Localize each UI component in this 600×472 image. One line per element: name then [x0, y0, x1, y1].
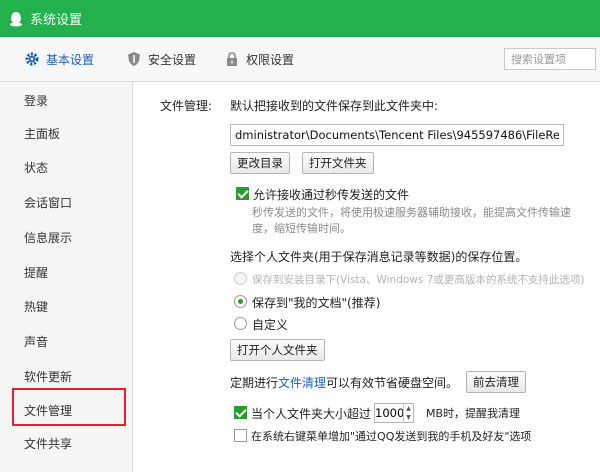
default-save-label: 默认把接收到的文件保存到此文件夹中: — [230, 99, 439, 113]
radio-custom-label: 自定义 — [252, 318, 289, 332]
gear-icon — [25, 52, 39, 66]
file-cleanup-link[interactable]: 文件清理 — [278, 376, 326, 390]
size-alert-prefix: 当个人文件夹大小超过 — [251, 407, 372, 421]
goto-cleanup-button[interactable]: 前去清理 — [466, 371, 526, 393]
sidebar-item-file-sharing[interactable]: 文件共享 — [24, 435, 72, 452]
tab-label: 安全设置 — [148, 52, 197, 67]
open-folder-button[interactable]: 打开文件夹 — [302, 152, 374, 174]
sidebar-item-sound[interactable]: 声音 — [24, 333, 48, 350]
context-menu-checkbox[interactable] — [234, 429, 247, 442]
seconds-transfer-description-1: 秒传发送的文件，将使用极速服务器辅助接收，能提高文件传输速 — [252, 206, 571, 219]
personal-folder-label: 选择个人文件夹(用于保存消息记录等数据)的保存位置。 — [230, 250, 528, 264]
sidebar-item-chat-window[interactable]: 会话窗口 — [24, 194, 72, 211]
tab-label: 基本设置 — [46, 52, 95, 67]
stepper-up-icon[interactable]: ▲ — [404, 404, 413, 413]
file-management-panel: 文件管理: 默认把接收到的文件保存到此文件夹中: 更改目录 打开文件夹 允许接收… — [134, 82, 600, 472]
sidebar-item-main-panel[interactable]: 主面板 — [24, 125, 60, 142]
radio-install-directory-label: 保存到安装目录下(Vista、Windows 7或更高版本的系统不支持此选项) — [252, 274, 585, 286]
tab-security-settings[interactable]: 安全设置 — [114, 37, 208, 82]
sidebar-item-software-update[interactable]: 软件更新 — [24, 368, 72, 385]
context-menu-label: 在系统右键菜单增加"通过QQ发送到我的手机及好友"选项 — [251, 430, 532, 443]
qq-penguin-icon — [10, 11, 22, 26]
title-bar: 系统设置 — [0, 0, 600, 37]
radio-install-directory[interactable] — [234, 272, 247, 285]
sidebar-item-status[interactable]: 状态 — [24, 159, 48, 176]
size-limit-stepper[interactable]: ▲ ▼ — [374, 403, 414, 423]
section-label: 文件管理: — [160, 99, 213, 113]
sidebar-item-reminder[interactable]: 提醒 — [24, 264, 48, 281]
sidebar-item-info-display[interactable]: 信息展示 — [24, 229, 72, 246]
radio-my-documents[interactable] — [234, 295, 247, 308]
tab-basic-settings[interactable]: 基本设置 — [12, 37, 106, 82]
shield-icon — [128, 52, 141, 66]
cleanup-prefix: 定期进行 — [230, 376, 279, 390]
radio-my-documents-label: 保存到"我的文档"(推荐) — [252, 296, 381, 310]
window-title: 系统设置 — [30, 13, 83, 28]
settings-search-input[interactable] — [504, 48, 596, 70]
allow-seconds-transfer-checkbox[interactable] — [236, 187, 249, 200]
seconds-transfer-description-2: 度，缩短传输时间。 — [252, 222, 351, 235]
cleanup-hint: 定期进行文件清理可以有效节省硬盘空间。 — [230, 374, 458, 391]
lock-icon — [227, 52, 238, 66]
selected-item-highlight — [12, 388, 126, 426]
size-limit-input[interactable] — [375, 404, 403, 422]
open-personal-folder-button[interactable]: 打开个人文件夹 — [230, 339, 325, 361]
allow-seconds-transfer-label: 允许接收通过秒传发送的文件 — [253, 188, 410, 202]
size-alert-checkbox[interactable] — [234, 406, 247, 419]
radio-custom[interactable] — [234, 317, 247, 330]
sidebar-item-login[interactable]: 登录 — [24, 92, 48, 109]
cleanup-suffix: 可以有效节省硬盘空间。 — [326, 376, 459, 390]
sidebar-item-hotkeys[interactable]: 热键 — [24, 298, 48, 315]
size-alert-suffix: MB时，提醒我清理 — [426, 407, 521, 420]
stepper-down-icon[interactable]: ▼ — [404, 413, 413, 422]
tab-permission-settings[interactable]: 权限设置 — [212, 37, 306, 82]
change-directory-button[interactable]: 更改目录 — [230, 152, 290, 174]
tab-label: 权限设置 — [246, 52, 295, 67]
save-path-input[interactable] — [230, 124, 564, 146]
